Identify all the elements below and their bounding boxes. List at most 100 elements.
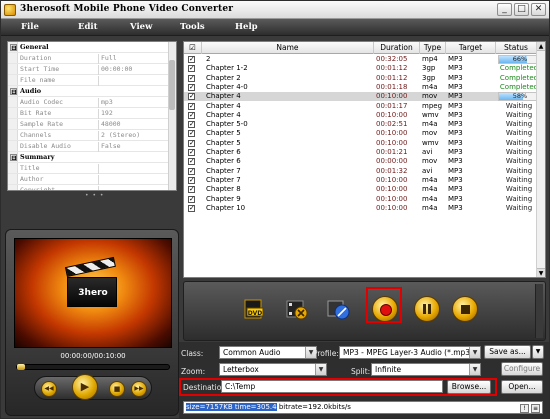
property-group[interactable]: ⊟ General [8,42,170,53]
maximize-button[interactable]: □ [514,3,529,16]
collapse-icon[interactable]: ⊟ [10,44,17,51]
select-all-checkbox[interactable]: ☑ [184,42,202,54]
property-value[interactable]: 00:00:00 [98,65,170,75]
collapse-icon[interactable]: ⊟ [10,88,17,95]
properties-scroll-thumb[interactable] [169,60,175,110]
table-row[interactable]: ✓ Chapter 8 00:10:00 m4a MP3 Waiting [184,185,545,194]
row-checkbox[interactable]: ✓ [188,121,195,129]
property-row[interactable]: Duration Full [8,53,170,64]
stop-convert-button[interactable] [452,296,478,322]
property-row[interactable]: Audio Codec mp3 [8,97,170,108]
table-row[interactable]: ✓ Chapter 1-2 00:01:12 3gp MP3 Completed [184,64,545,73]
property-value[interactable]: Full [98,54,170,64]
table-row[interactable]: ✓ Chapter 4 00:10:00 wmv MP3 Waiting [184,111,545,120]
column-duration[interactable]: Duration [374,42,420,54]
chevron-down-icon[interactable]: ▼ [469,347,480,358]
class-select[interactable]: Common Audio ▼ [219,346,317,359]
profile-select[interactable]: MP3 - MPEG Layer-3 Audio (*.mp3) ▼ [339,346,481,359]
chevron-down-icon[interactable]: ▼ [469,364,480,375]
menu-tools[interactable]: Tools [180,22,205,32]
table-row[interactable]: ✓ Chapter 6 00:00:00 mov MP3 Waiting [184,157,545,166]
property-row[interactable]: Copyright [8,185,170,190]
remove-video-button[interactable] [284,296,310,322]
property-value[interactable]: 2 (Stereo) [98,131,170,141]
row-checkbox[interactable]: ✓ [188,65,195,73]
prev-button[interactable]: ◀◀ [41,381,57,397]
table-row[interactable]: ✓ Chapter 7 00:01:32 avi MP3 Waiting [184,167,545,176]
property-value[interactable]: mp3 [98,98,170,108]
convert-button[interactable] [372,296,398,322]
property-row[interactable]: Bit Rate 192 [8,108,170,119]
property-value[interactable] [98,186,170,190]
row-checkbox[interactable]: ✓ [188,149,195,156]
scroll-up-icon[interactable]: ▲ [537,42,545,51]
save-as-button[interactable]: Save as... [484,345,531,359]
alert-icon[interactable]: ! [520,404,529,413]
property-value[interactable] [98,175,170,185]
table-row[interactable]: ✓ Chapter 4 00:01:17 mpeg MP3 Waiting [184,102,545,111]
table-row[interactable]: ✓ Chapter 5 00:10:00 mov MP3 Waiting [184,129,545,138]
column-type[interactable]: Type [420,42,446,54]
table-row[interactable]: ✓ Chapter 5 00:10:00 wmv MP3 Waiting [184,139,545,148]
row-checkbox[interactable]: ✓ [188,130,195,138]
column-status[interactable]: Status [496,42,536,54]
property-value[interactable]: 192 [98,109,170,119]
table-row[interactable]: ✓ Chapter 2 00:01:12 3gp MP3 Completed [184,74,545,83]
split-select[interactable]: Infinite ▼ [371,363,481,376]
row-checkbox[interactable]: ✓ [188,139,195,147]
close-button[interactable]: ✕ [531,3,546,16]
browse-button[interactable]: Browse... [447,380,491,394]
menu-help[interactable]: Help [235,22,258,32]
column-name[interactable]: Name [202,42,374,54]
menu-view[interactable]: View [130,22,152,32]
row-checkbox[interactable]: ✓ [188,158,195,166]
title-bar[interactable]: 3herosoft Mobile Phone Video Converter _… [1,1,549,19]
configure-button[interactable]: Configure [501,362,543,376]
row-checkbox[interactable]: ✓ [188,167,195,175]
splitter-grip[interactable]: • • • [85,192,104,199]
property-row[interactable]: Start Time 00:00:00 [8,64,170,75]
row-checkbox[interactable]: ✓ [188,204,195,212]
stop-button[interactable]: ■ [109,381,125,397]
panel-splitter[interactable]: • • • [7,192,177,228]
next-button[interactable]: ▶▶ [131,381,147,397]
property-value[interactable]: 48000 [98,120,170,130]
grid-scrollbar[interactable]: ▲ ▼ [536,42,545,277]
row-checkbox[interactable]: ✓ [188,102,195,110]
column-target[interactable]: Target [446,42,496,54]
scroll-down-icon[interactable]: ▼ [537,268,545,277]
play-button[interactable]: ▶ [72,374,98,400]
property-value[interactable]: False [98,142,170,152]
table-row[interactable]: ✓ Chapter 4 00:10:00 mov MP3 58% [184,92,545,102]
property-row[interactable]: Title [8,163,170,174]
properties-scrollbar[interactable] [168,42,176,190]
property-group[interactable]: ⊟ Summary [8,152,170,163]
row-checkbox[interactable]: ✓ [188,195,195,203]
seek-slider[interactable] [16,364,170,370]
row-checkbox[interactable]: ✓ [188,111,195,119]
log-icon[interactable]: ≡ [531,404,540,413]
row-checkbox[interactable]: ✓ [188,176,195,184]
table-row[interactable]: ✓ Chapter 9 00:10:00 m4a MP3 Waiting [184,195,545,204]
collapse-icon[interactable]: ⊟ [10,154,17,161]
menu-edit[interactable]: Edit [78,22,98,32]
destination-field[interactable]: C:\Temp [221,380,443,393]
minimize-button[interactable]: _ [497,3,512,16]
property-group[interactable]: ⊟ Audio [8,86,170,97]
row-checkbox[interactable]: ✓ [188,56,195,63]
table-row[interactable]: ✓ Chapter 6 00:01:21 avi MP3 Waiting [184,148,545,157]
property-value[interactable] [98,164,170,174]
property-row[interactable]: Channels 2 (Stereo) [8,130,170,141]
chevron-down-icon[interactable]: ▼ [315,364,326,375]
row-checkbox[interactable]: ✓ [188,74,195,82]
property-row[interactable]: File name [8,75,170,86]
property-value[interactable] [98,76,170,86]
table-row[interactable]: ✓ 2 00:32:05 mp4 MP3 66% [184,55,545,64]
table-row[interactable]: ✓ Chapter 5-0 00:02:51 m4a MP3 Waiting [184,120,545,129]
save-as-dropdown[interactable]: ▼ [532,345,544,359]
property-row[interactable]: Sample Rate 48000 [8,119,170,130]
add-dvd-button[interactable]: DVD [242,296,268,322]
property-row[interactable]: Disable Audio False [8,141,170,152]
table-row[interactable]: ✓ Chapter 10 00:10:00 m4a MP3 Waiting [184,204,545,213]
pause-button[interactable] [414,296,440,322]
